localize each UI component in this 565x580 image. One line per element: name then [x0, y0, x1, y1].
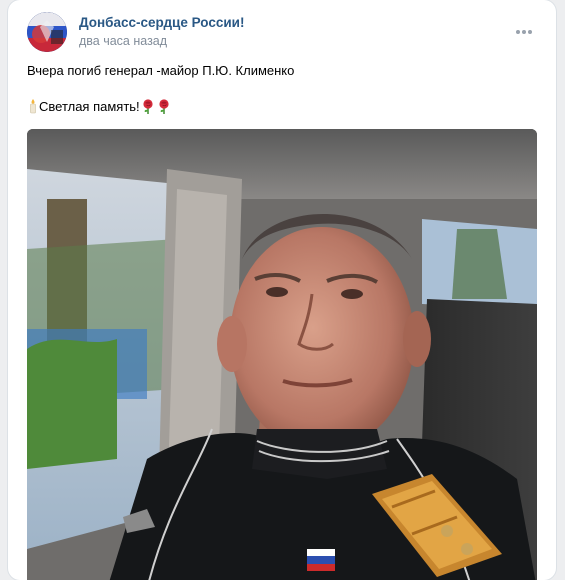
group-name-link[interactable]: Донбасс-сердце России! — [79, 15, 244, 30]
post-text-line-1: Вчера погиб генерал -майор П.Ю. Клименко — [27, 63, 295, 78]
avatar-image — [27, 12, 67, 52]
post-text: Вчера погиб генерал -майор П.Ю. Клименко… — [27, 62, 540, 119]
group-avatar[interactable] — [27, 12, 67, 52]
post-header: Донбасс-сердце России! два часа назад — [27, 12, 540, 52]
post-time-link[interactable]: два часа назад — [79, 34, 167, 48]
post-card: Донбасс-сердце России! два часа назад Вч… — [8, 0, 556, 580]
rose-emoji-icon — [156, 98, 172, 119]
more-dots-icon — [516, 30, 532, 34]
more-button[interactable] — [514, 22, 534, 42]
candle-emoji-icon — [27, 98, 39, 119]
post-text-gap — [27, 80, 540, 98]
post-photo[interactable] — [27, 129, 537, 580]
rose-emoji-icon — [140, 98, 156, 119]
post-text-line-2: Светлая память! — [27, 98, 540, 119]
memory-text: Светлая память! — [39, 99, 140, 114]
photo-image — [27, 129, 537, 580]
